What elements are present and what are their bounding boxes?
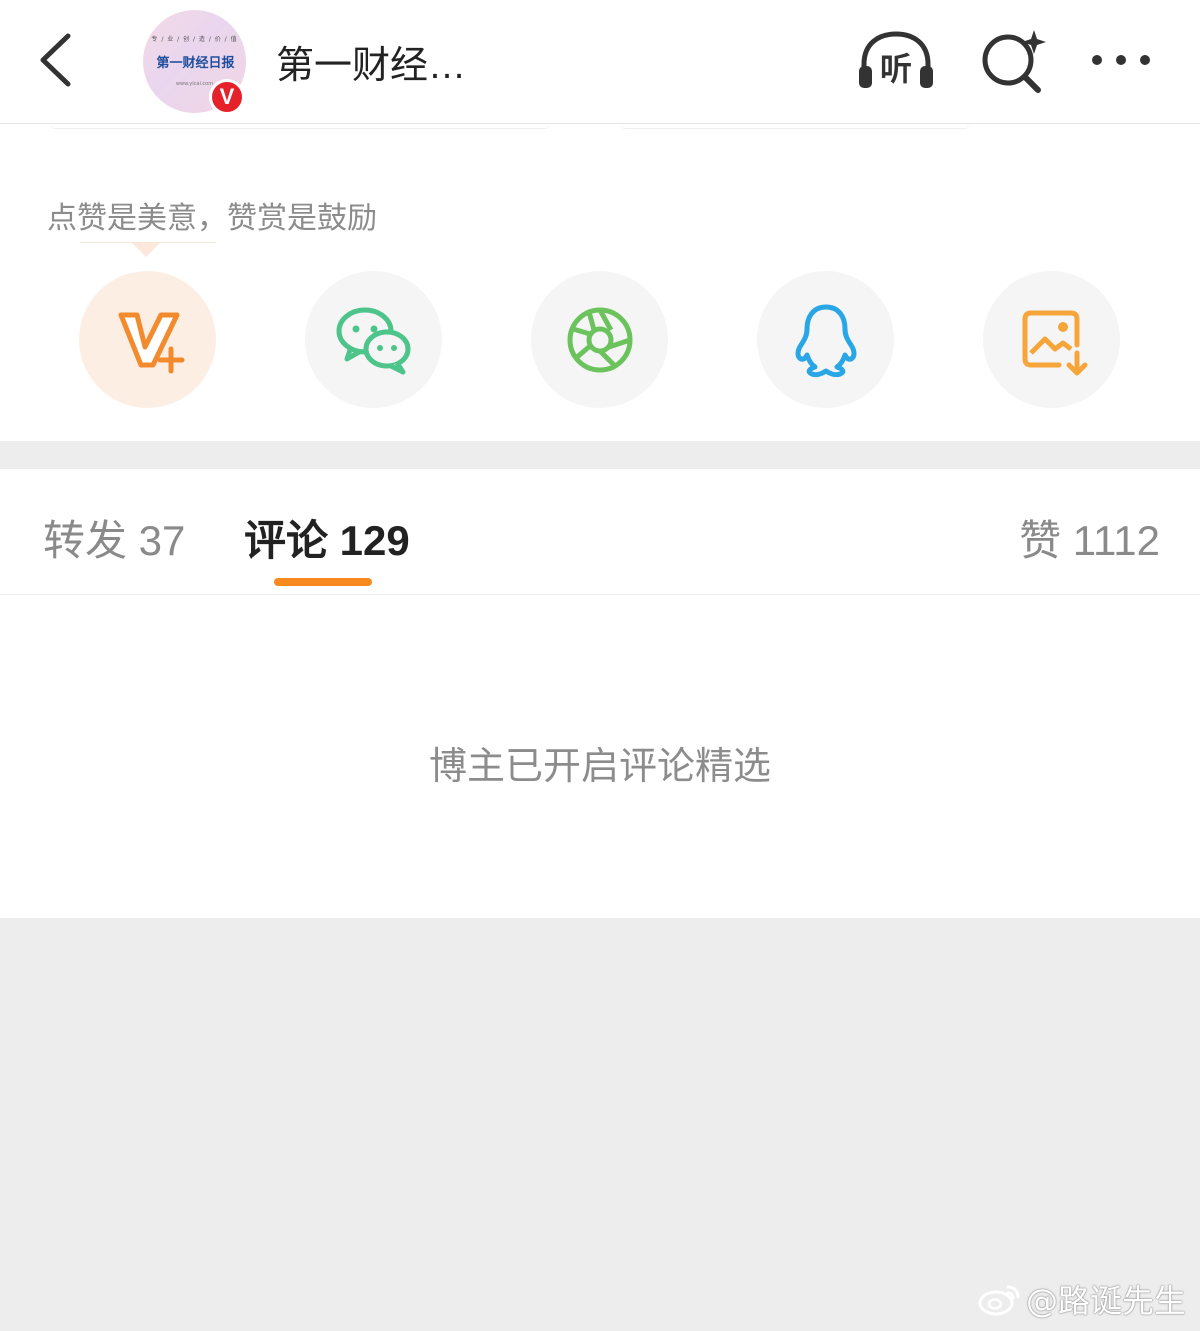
tab-comment[interactable]: 评论 129 (244, 507, 410, 568)
share-moments-button[interactable] (531, 271, 668, 408)
back-arrow-icon[interactable] (30, 28, 90, 92)
watermark: @路诞先生 (978, 1279, 1186, 1320)
listen-label: 听 (880, 50, 912, 88)
share-wechat-button[interactable] (305, 271, 442, 408)
search-button[interactable] (978, 28, 1058, 94)
tab-repost[interactable]: 转发 37 (43, 507, 185, 568)
top-bar: 专 / 业 / 创 / 造 / 价 / 值 第一财经日报 www.yicai.c… (0, 0, 1200, 124)
qq-icon (795, 304, 857, 378)
avatar-tagline: 专 / 业 / 创 / 造 / 价 / 值 (151, 36, 238, 43)
divider (50, 124, 550, 129)
comment-list: 博主已开启评论精选 (0, 595, 1200, 918)
tab-like[interactable]: 赞 1112 (1019, 507, 1160, 568)
curated-comments-notice: 博主已开启评论精选 (428, 744, 771, 788)
wechat-icon (336, 307, 411, 375)
active-tab-indicator (274, 578, 372, 586)
avatar-logo-text: 第一财经日报 (156, 56, 235, 71)
ai-search-icon (982, 30, 1046, 93)
share-qq-button[interactable] (757, 271, 894, 408)
vip-reward-icon (118, 312, 185, 374)
save-image-icon (1022, 310, 1088, 376)
listen-button[interactable]: 听 (856, 28, 936, 94)
vip-reward-button[interactable] (79, 271, 216, 408)
moments-icon (567, 307, 633, 373)
more-dots-icon (1092, 55, 1150, 65)
divider (620, 124, 970, 129)
verified-badge-icon: V (209, 79, 245, 115)
reward-hint-label: 点赞是美意，赞赏是鼓励 (47, 201, 377, 236)
more-button[interactable] (1085, 28, 1165, 94)
headphones-icon: 听 (859, 31, 933, 88)
reward-share-panel: 点赞是美意，赞赏是鼓励 (0, 124, 1200, 441)
tooltip-arrow (132, 243, 160, 257)
save-image-button[interactable] (983, 271, 1120, 408)
weibo-logo-icon (978, 1285, 1020, 1316)
watermark-text: @路诞先生 (1025, 1282, 1186, 1320)
interaction-tabs: 转发 37 评论 129 赞 1112 (0, 469, 1200, 595)
page-title[interactable]: 第一财经… (276, 34, 466, 89)
